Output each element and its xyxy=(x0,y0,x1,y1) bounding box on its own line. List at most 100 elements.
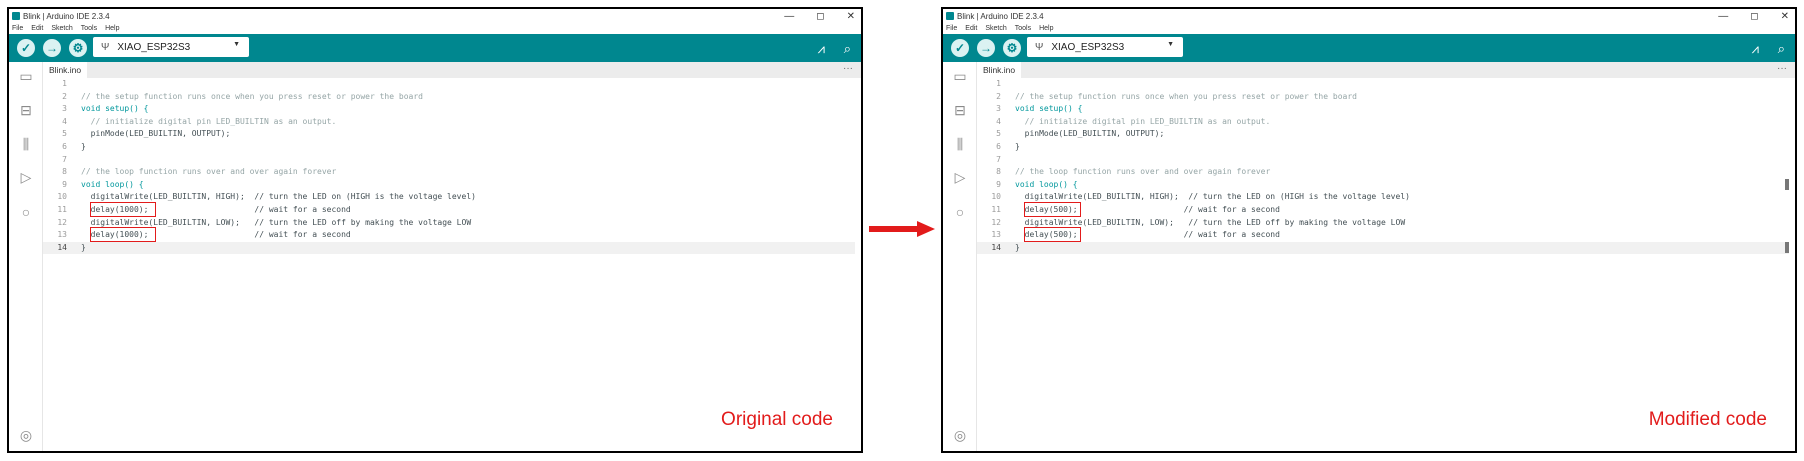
line-number: 14 xyxy=(57,242,67,252)
search-icon[interactable]: ○ xyxy=(951,204,969,220)
folder-icon[interactable]: ▭ xyxy=(17,68,35,84)
scrollbar-marker[interactable] xyxy=(1785,179,1789,190)
search-icon[interactable]: ○ xyxy=(17,204,35,220)
code-text: digitalWrite(LED_BUILTIN, HIGH); // turn… xyxy=(1015,192,1410,202)
debug-icon[interactable]: ▷ xyxy=(17,169,35,185)
account-icon[interactable]: ◎ xyxy=(951,427,969,443)
board-icon[interactable]: ⊟ xyxy=(17,102,35,118)
code-text: digitalWrite(LED_BUILTIN, LOW); // turn … xyxy=(1015,217,1406,227)
ide-window-original: Blink | Arduino IDE 2.3.4 — ◻ ✕ File Edi… xyxy=(7,7,863,453)
magnifier-icon[interactable]: ⌕ xyxy=(1778,41,1785,57)
sidebar: ▭ ⊟ ⫼ ▷ ○ ◎ xyxy=(943,62,977,451)
tab-blink-ino[interactable]: Blink.ino xyxy=(43,62,88,78)
line-number: 6 xyxy=(996,142,1001,151)
tab-blink-ino[interactable]: Blink.ino xyxy=(977,62,1022,78)
board-selector[interactable]: Ψ XIAO_ESP32S3 ▼ xyxy=(93,37,249,57)
code-line: 8 // the loop function runs over and over… xyxy=(977,166,1789,179)
code-text: } xyxy=(1015,242,1020,252)
code-line: 6} xyxy=(977,141,1789,154)
menu-tools[interactable]: Tools xyxy=(1015,25,1031,32)
line-number: 5 xyxy=(996,129,1001,139)
line-number: 10 xyxy=(991,192,1001,202)
line-number: 12 xyxy=(57,217,67,227)
plotter-icon[interactable]: ⩘ xyxy=(1752,41,1759,57)
code-line: 6} xyxy=(43,141,855,154)
arduino-app-icon xyxy=(946,12,954,20)
menu-edit[interactable]: Edit xyxy=(31,25,43,32)
close-button[interactable]: ✕ xyxy=(847,11,855,22)
board-icon[interactable]: ⊟ xyxy=(951,102,969,118)
toolbar: ✓ → ⚙ Ψ XIAO_ESP32S3 ▼ ⩘ ⌕ xyxy=(9,34,861,62)
minimize-button[interactable]: — xyxy=(784,11,794,22)
line-number: 13 xyxy=(991,230,1001,240)
maximize-button[interactable]: ◻ xyxy=(1750,11,1758,22)
line-number: 11 xyxy=(991,205,1001,214)
menu-sketch[interactable]: Sketch xyxy=(51,25,72,32)
code-text: // the loop function runs over and over … xyxy=(1015,167,1271,177)
library-icon[interactable]: ⫼ xyxy=(17,136,35,152)
line-number: 2 xyxy=(62,91,67,101)
highlight-box xyxy=(90,202,156,217)
code-line: 3 void setup() { xyxy=(977,103,1789,116)
library-icon[interactable]: ⫼ xyxy=(951,136,969,152)
code-line: 14} xyxy=(43,241,855,255)
usb-icon: Ψ xyxy=(1035,41,1044,53)
code-line: 4 // initialize digital pin LED_BUILTIN … xyxy=(43,116,855,129)
close-button[interactable]: ✕ xyxy=(1781,11,1789,22)
account-icon[interactable]: ◎ xyxy=(17,427,35,443)
minimize-button[interactable]: — xyxy=(1718,11,1728,22)
code-text: pinMode(LED_BUILTIN, OUTPUT); xyxy=(81,129,231,139)
arrow-right-icon: → xyxy=(46,41,58,55)
maximize-button[interactable]: ◻ xyxy=(816,11,824,22)
menu-help[interactable]: Help xyxy=(1039,25,1053,32)
code-line: 9 void loop() { xyxy=(977,179,1789,192)
code-editor[interactable]: 1 2 // the setup function runs once when … xyxy=(43,78,855,451)
menu-edit[interactable]: Edit xyxy=(965,25,977,32)
code-text: // initialize digital pin LED_BUILTIN as… xyxy=(1015,116,1271,126)
debug-button[interactable]: ⚙ xyxy=(1003,39,1021,57)
tab-bar: Blink.ino ··· xyxy=(43,62,861,78)
debug-icon[interactable]: ▷ xyxy=(951,169,969,185)
code-editor[interactable]: 1 2 // the setup function runs once when … xyxy=(977,78,1789,451)
line-number: 1 xyxy=(996,79,1001,88)
code-text: } xyxy=(1015,142,1020,151)
code-line: 10 digitalWrite(LED_BUILTIN, HIGH); // t… xyxy=(43,191,855,204)
menu-file[interactable]: File xyxy=(946,25,957,32)
code-line: 11 delay(1000); // wait for a second xyxy=(43,202,855,217)
code-text: digitalWrite(LED_BUILTIN, LOW); // turn … xyxy=(81,217,472,227)
code-line: 1 xyxy=(43,78,855,91)
scrollbar-marker[interactable] xyxy=(1785,242,1789,253)
verify-button[interactable]: ✓ xyxy=(17,39,35,57)
line-number: 14 xyxy=(991,242,1001,252)
menu-file[interactable]: File xyxy=(12,25,23,32)
folder-icon[interactable]: ▭ xyxy=(951,68,969,84)
more-icon[interactable]: ··· xyxy=(843,62,853,76)
upload-button[interactable]: → xyxy=(977,39,995,57)
code-line: 7 xyxy=(43,154,855,167)
menu-tools[interactable]: Tools xyxy=(81,25,97,32)
code-text: } xyxy=(81,242,86,252)
code-line: 10 digitalWrite(LED_BUILTIN, HIGH); // t… xyxy=(977,191,1789,204)
code-text: digitalWrite(LED_BUILTIN, HIGH); // turn… xyxy=(81,192,476,202)
upload-button[interactable]: → xyxy=(43,39,61,57)
more-icon[interactable]: ··· xyxy=(1777,62,1787,76)
arrow-right-icon: → xyxy=(980,41,992,55)
line-number: 2 xyxy=(996,91,1001,101)
code-line: 13 delay(500); // wait for a second xyxy=(977,227,1789,243)
code-text: // initialize digital pin LED_BUILTIN as… xyxy=(81,116,337,126)
line-number: 7 xyxy=(996,154,1001,164)
plotter-icon[interactable]: ⩘ xyxy=(818,41,825,57)
code-line: 9 void loop() { xyxy=(43,179,855,192)
line-number: 11 xyxy=(57,205,67,214)
board-selector[interactable]: Ψ XIAO_ESP32S3 ▼ xyxy=(1027,37,1183,57)
debug-button[interactable]: ⚙ xyxy=(69,39,87,57)
line-number: 4 xyxy=(62,116,67,126)
menu-help[interactable]: Help xyxy=(105,25,119,32)
code-line: 7 xyxy=(977,154,1789,167)
code-line: 5 pinMode(LED_BUILTIN, OUTPUT); xyxy=(43,128,855,141)
verify-button[interactable]: ✓ xyxy=(951,39,969,57)
magnifier-icon[interactable]: ⌕ xyxy=(844,41,851,57)
menu-sketch[interactable]: Sketch xyxy=(985,25,1006,32)
line-number: 9 xyxy=(996,179,1001,189)
sidebar: ▭ ⊟ ⫼ ▷ ○ ◎ xyxy=(9,62,43,451)
